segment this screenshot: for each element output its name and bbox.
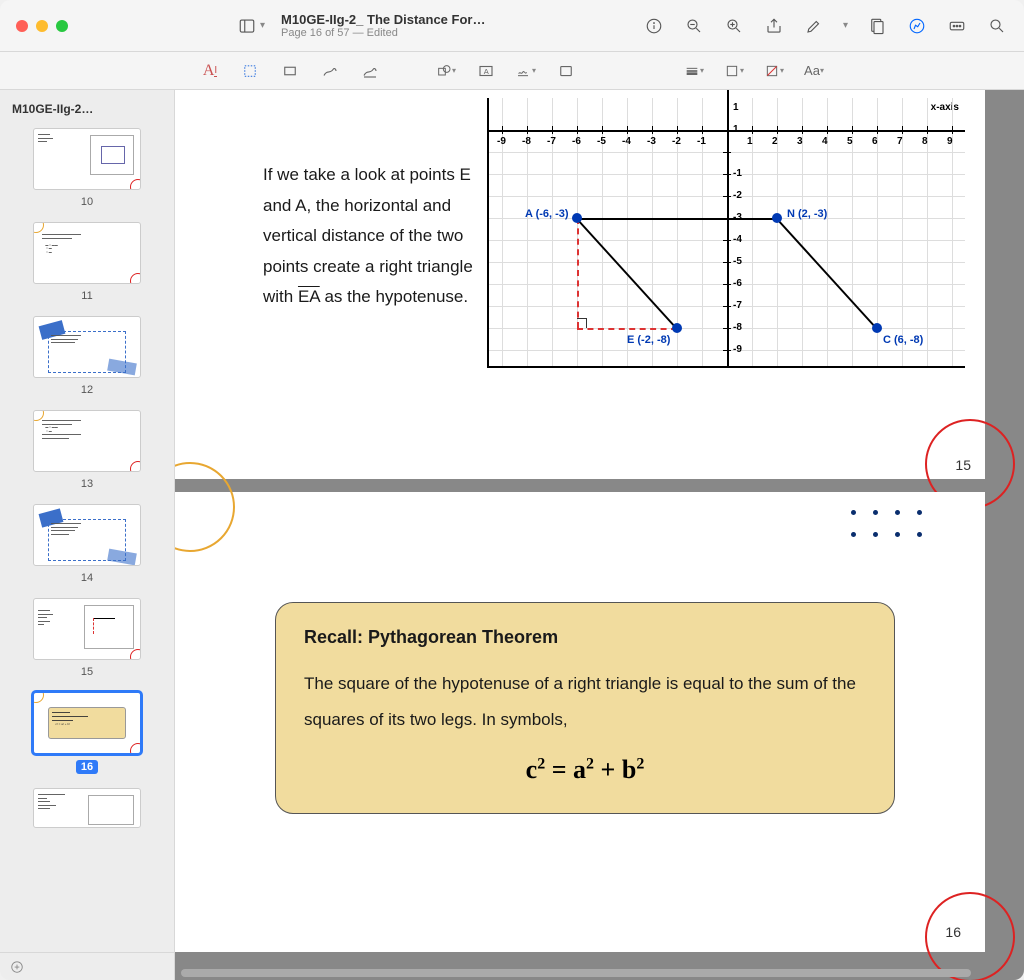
close-window-button[interactable]: [16, 20, 28, 32]
document-title: M10GE-IIg-2_ The Distance For…: [281, 12, 485, 27]
shapes-tool-icon[interactable]: ▾: [436, 61, 456, 81]
point-label-A: A (-6, -3): [525, 208, 569, 220]
decorative-dots: [851, 510, 925, 540]
thumbnail-label: 15: [81, 666, 93, 678]
thumbnail-17[interactable]: ▬▬▬▬▬▬▬▬▬▬▬▬▬▬▬▬▬▬▬▬▬▬▬▬▬▬: [33, 788, 141, 828]
dashed-vertical: [577, 218, 579, 328]
point-A: [572, 213, 582, 223]
point-label-C: C (6, -8): [883, 334, 923, 346]
fill-color-icon[interactable]: ▾: [764, 61, 784, 81]
slide-15: If we take a look at points E and A, the…: [175, 90, 985, 480]
draw-tool-icon[interactable]: [360, 61, 380, 81]
recall-title: Recall: Pythagorean Theorem: [304, 627, 866, 648]
thumbnail-16[interactable]: ▬▬▬▬▬▬▬▬▬▬▬▬▬▬▬▬▬▬▬▬▬▬▬▬▬ c² = a² + b²: [33, 692, 141, 754]
traffic-lights: [16, 20, 68, 32]
thumbnail-label: 16: [76, 760, 98, 774]
svg-text:A: A: [484, 67, 489, 76]
titlebar: ▾ M10GE-IIg-2_ The Distance For… Page 16…: [0, 0, 1024, 52]
sketch-tool-icon[interactable]: [320, 61, 340, 81]
thumbnail-12[interactable]: ▬▬▬▬▬▬▬▬▬▬▬▬▬▬▬▬▬▬▬▬▬▬▬▬▬▬▬: [33, 316, 141, 378]
share-icon[interactable]: [763, 15, 785, 37]
add-page-icon[interactable]: [10, 960, 24, 974]
thumbnails-sidebar: M10GE-IIg-2… ▬▬▬▬▬▬▬▬▬▬▬▬ 10 ▬▬▬▬▬▬▬▬▬▬▬…: [0, 90, 175, 980]
point-label-E: E (-2, -8): [627, 334, 670, 346]
minimize-window-button[interactable]: [36, 20, 48, 32]
document-title-block: M10GE-IIg-2_ The Distance For… Page 16 o…: [281, 12, 485, 39]
select-tool-icon[interactable]: [240, 61, 260, 81]
segment-AN: [577, 218, 777, 220]
textbox-tool-icon[interactable]: A: [476, 61, 496, 81]
horizontal-scrollbar[interactable]: [175, 968, 1010, 978]
app-window: ▾ M10GE-IIg-2_ The Distance For… Page 16…: [0, 0, 1024, 980]
search-icon[interactable]: [986, 15, 1008, 37]
page-number: 16: [945, 924, 961, 940]
thumbnails-list[interactable]: ▬▬▬▬▬▬▬▬▬▬▬▬ 10 ▬▬▬▬▬▬▬▬▬▬▬▬▬▬▬▬▬▬▬▬▬▬▬ …: [0, 124, 174, 952]
y-axis: [727, 90, 729, 366]
thumbnail-label: 14: [81, 572, 93, 584]
text-tool-icon[interactable]: AI: [200, 61, 220, 81]
right-angle-marker: [577, 318, 587, 328]
thumbnail-label: 12: [81, 384, 93, 396]
content-area: M10GE-IIg-2… ▬▬▬▬▬▬▬▬▬▬▬▬ 10 ▬▬▬▬▬▬▬▬▬▬▬…: [0, 90, 1024, 980]
info-icon[interactable]: [643, 15, 665, 37]
thumbnail-13[interactable]: ▬▬▬▬▬▬▬▬▬▬▬▬▬▬▬▬▬▬▬▬▬▬▬ ▬ = ▬▬ = ▬▬▬▬▬▬▬…: [33, 410, 141, 472]
point-E: [672, 323, 682, 333]
sign-tool-icon[interactable]: ▾: [516, 61, 536, 81]
coordinate-graph: x-axis -9-8-7-6-5-4-3-2-11234567891-1-2-…: [487, 98, 965, 368]
markup-icon[interactable]: [803, 15, 825, 37]
thumbnail-label: 13: [81, 478, 93, 490]
thumbnail-label: 10: [81, 196, 93, 208]
maximize-window-button[interactable]: [56, 20, 68, 32]
decorative-arc-red: [925, 892, 1015, 980]
slide-16: Recall: Pythagorean Theorem The square o…: [175, 492, 985, 952]
slide-15-body: If we take a look at points E and A, the…: [263, 160, 493, 313]
zoom-out-icon[interactable]: [683, 15, 705, 37]
rectangle-icon[interactable]: [866, 15, 888, 37]
thumbnail-label: 11: [81, 290, 92, 302]
recall-box: Recall: Pythagorean Theorem The square o…: [275, 602, 895, 814]
sidebar-toggle-button[interactable]: [236, 15, 258, 37]
form-icon[interactable]: [946, 15, 968, 37]
font-style-icon[interactable]: Aa ▾: [804, 61, 824, 81]
sidebar-header: M10GE-IIg-2…: [0, 90, 174, 124]
sidebar-footer: [0, 952, 174, 980]
thumbnail-14[interactable]: ▬▬▬▬▬▬▬▬▬▬▬▬▬▬▬▬▬▬▬▬▬▬▬▬▬▬▬▬▬▬▬▬▬: [33, 504, 141, 566]
x-axis-label: x-axis: [931, 102, 959, 113]
thumbnail-15[interactable]: ▬▬▬▬▬▬▬▬▬▬▬▬▬▬▬▬▬▬: [33, 598, 141, 660]
format-toolbar: AI ▾ A ▾ ▾ ▾ ▾ Aa ▾: [0, 52, 1024, 90]
document-subtitle: Page 16 of 57 — Edited: [281, 27, 485, 39]
point-C: [872, 323, 882, 333]
thumbnail-10[interactable]: ▬▬▬▬▬▬▬▬▬▬▬▬: [33, 128, 141, 190]
recall-formula: c2 = a2 + b2: [304, 755, 866, 785]
stroke-color-icon[interactable]: ▾: [724, 61, 744, 81]
recall-body: The square of the hypotenuse of a right …: [304, 666, 866, 737]
dashed-horizontal: [577, 328, 677, 330]
thumbnail-11[interactable]: ▬▬▬▬▬▬▬▬▬▬▬▬▬▬▬▬▬▬▬▬▬▬▬ ▬ = ▬▬ = ▬ = ▬: [33, 222, 141, 284]
redact-tool-icon[interactable]: [280, 61, 300, 81]
note-tool-icon[interactable]: [556, 61, 576, 81]
line-style-icon[interactable]: ▾: [684, 61, 704, 81]
zoom-in-icon[interactable]: [723, 15, 745, 37]
page-number: 15: [955, 457, 971, 473]
point-N: [772, 213, 782, 223]
point-label-N: N (2, -3): [787, 208, 827, 220]
pen-circle-icon[interactable]: [906, 15, 928, 37]
main-viewport[interactable]: If we take a look at points E and A, the…: [175, 90, 1024, 980]
